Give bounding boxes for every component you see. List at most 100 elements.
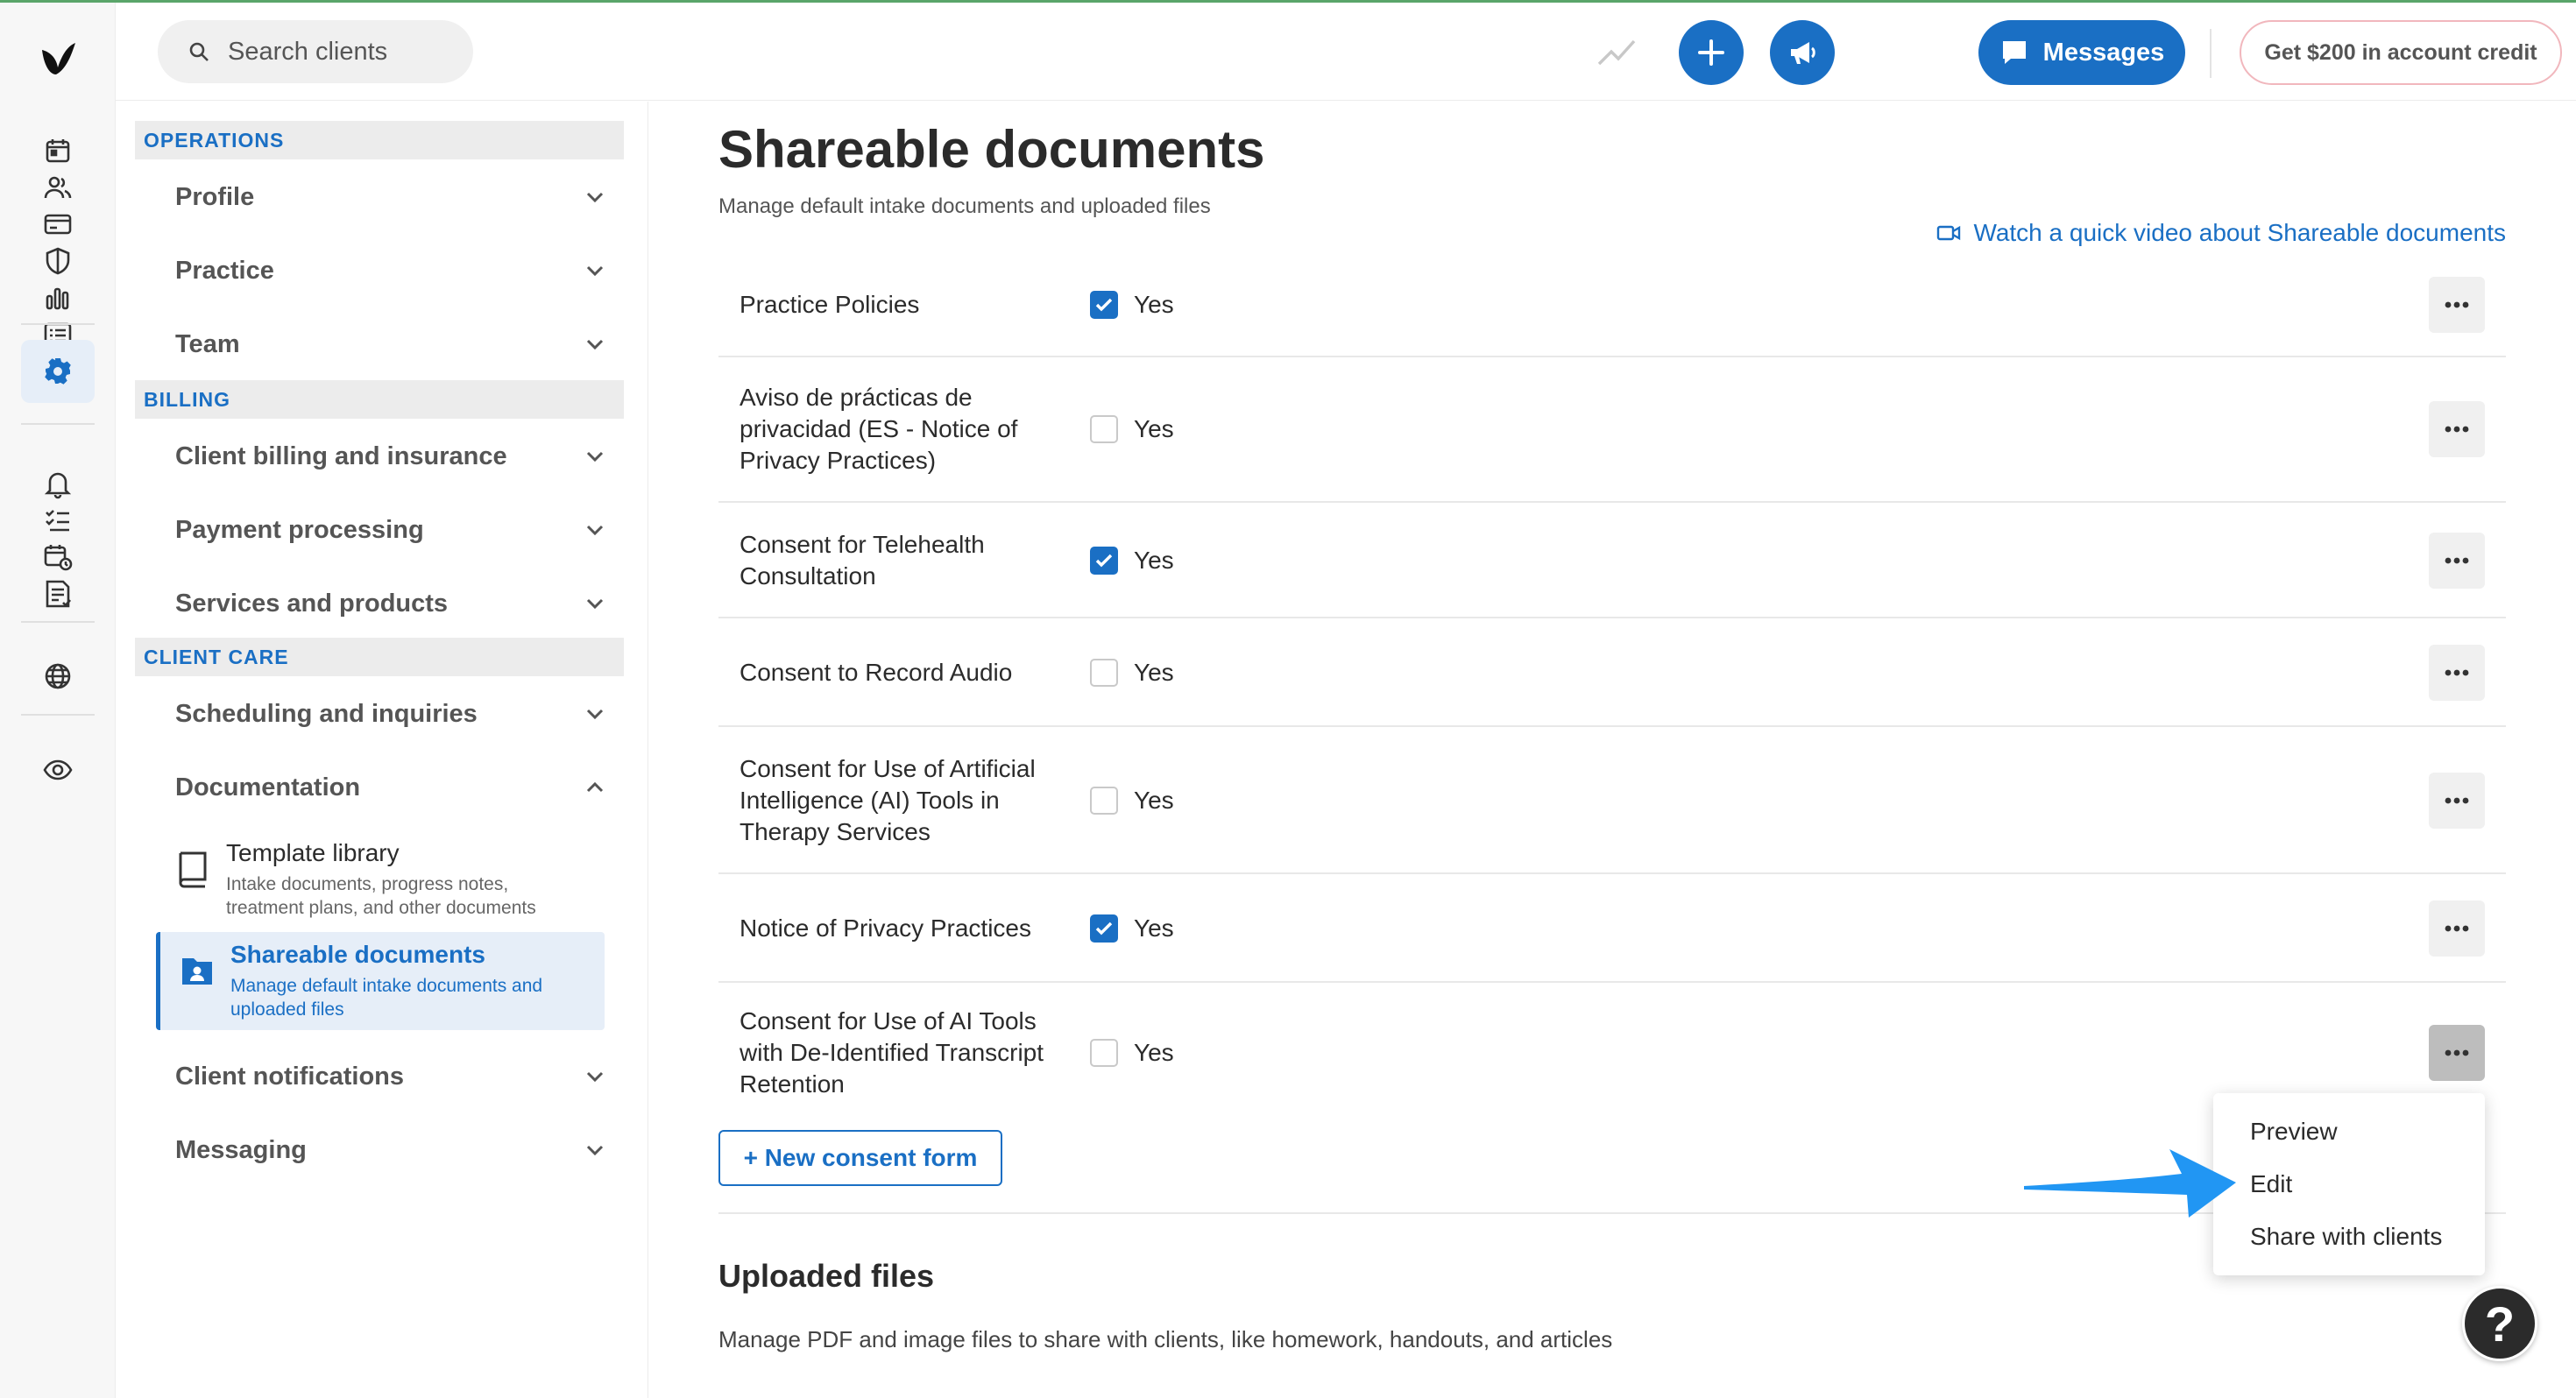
ellipsis-icon xyxy=(2445,797,2469,804)
nav-item-scheduling[interactable]: Scheduling and inquiries xyxy=(135,678,624,750)
rail-divider xyxy=(21,714,95,716)
table-row: Consent to Record Audio Yes xyxy=(718,618,2506,727)
more-options-button[interactable] xyxy=(2429,533,2485,589)
chevron-down-icon xyxy=(586,451,604,462)
notes-icon[interactable] xyxy=(37,573,79,615)
book-icon xyxy=(179,851,207,888)
table-row: Consent for Use of Artificial Intelligen… xyxy=(718,727,2506,874)
more-options-button[interactable] xyxy=(2429,773,2485,829)
rail-divider xyxy=(21,423,95,425)
sub-item-description: Manage default intake documents and uplo… xyxy=(230,976,543,1020)
default-checkbox[interactable] xyxy=(1090,659,1118,687)
sub-item-template-library[interactable]: Template library Intake documents, progr… xyxy=(156,830,605,928)
default-checkbox[interactable] xyxy=(1090,914,1118,943)
default-checkbox[interactable] xyxy=(1090,415,1118,443)
nav-item-profile[interactable]: Profile xyxy=(135,161,624,233)
bell-icon[interactable] xyxy=(37,462,79,505)
nav-item-messaging[interactable]: Messaging xyxy=(135,1114,624,1186)
more-options-button[interactable] xyxy=(2429,645,2485,701)
nav-item-payment-processing[interactable]: Payment processing xyxy=(135,494,624,566)
nav-item-client-notifications[interactable]: Client notifications xyxy=(135,1041,624,1112)
yes-label: Yes xyxy=(1134,659,1174,686)
nav-item-team[interactable]: Team xyxy=(135,308,624,380)
top-bar: Search clients Messages Get $200 in acco… xyxy=(116,3,2576,101)
nav-item-label: Practice xyxy=(175,256,274,285)
help-button[interactable]: ? xyxy=(2462,1286,2537,1361)
nav-item-documentation[interactable]: Documentation xyxy=(135,752,624,823)
ellipsis-icon xyxy=(2445,669,2469,676)
more-options-button[interactable] xyxy=(2429,277,2485,333)
more-options-button[interactable] xyxy=(2429,900,2485,957)
app-logo[interactable] xyxy=(37,38,79,80)
annotation-arrow xyxy=(2024,1149,2236,1218)
messages-button[interactable]: Messages xyxy=(1978,20,2185,85)
rail-divider xyxy=(21,621,95,623)
sub-item-title: Template library xyxy=(226,839,400,866)
toolbar-divider xyxy=(2210,29,2212,78)
uploaded-files-heading: Uploaded files xyxy=(718,1258,935,1294)
video-link[interactable]: Watch a quick video about Shareable docu… xyxy=(1936,219,2506,247)
document-name: Consent for Use of AI Tools with De-Iden… xyxy=(740,1007,1044,1098)
video-link-label: Watch a quick video about Shareable docu… xyxy=(1973,219,2506,246)
document-name: Aviso de prácticas de privacidad (ES - N… xyxy=(740,384,1018,474)
chevron-down-icon xyxy=(586,525,604,536)
insurance-icon[interactable] xyxy=(37,240,79,282)
account-credit-button[interactable]: Get $200 in account credit xyxy=(2240,20,2562,85)
menu-item-share-with-clients[interactable]: Share with clients xyxy=(2213,1211,2485,1263)
schedule-icon[interactable] xyxy=(37,536,79,578)
menu-item-preview[interactable]: Preview xyxy=(2213,1105,2485,1158)
page-subtitle: Manage default intake documents and uplo… xyxy=(718,194,1211,218)
ellipsis-icon xyxy=(2445,557,2469,564)
shared-folder-icon xyxy=(182,958,212,985)
checkmark-icon xyxy=(1095,921,1113,936)
nav-item-services-products[interactable]: Services and products xyxy=(135,568,624,639)
more-options-button[interactable] xyxy=(2429,401,2485,457)
yes-label: Yes xyxy=(1134,1039,1174,1066)
chevron-down-icon xyxy=(586,1145,604,1156)
eye-icon[interactable] xyxy=(37,749,79,791)
yes-label: Yes xyxy=(1134,291,1174,318)
chevron-down-icon xyxy=(586,709,604,720)
sub-item-shareable-documents[interactable]: Shareable documents Manage default intak… xyxy=(156,932,605,1030)
menu-item-edit[interactable]: Edit xyxy=(2213,1158,2485,1211)
announcements-button[interactable] xyxy=(1770,20,1835,85)
globe-icon[interactable] xyxy=(37,655,79,697)
document-name: Consent to Record Audio xyxy=(740,659,1013,686)
document-name: Consent for Use of Artificial Intelligen… xyxy=(740,755,1036,845)
default-checkbox[interactable] xyxy=(1090,787,1118,815)
search-placeholder: Search clients xyxy=(228,37,388,66)
billing-icon[interactable] xyxy=(37,203,79,245)
tasks-icon[interactable] xyxy=(37,499,79,541)
settings-icon[interactable] xyxy=(21,340,95,403)
add-button[interactable] xyxy=(1679,20,1744,85)
sub-item-title: Shareable documents xyxy=(230,941,485,968)
yes-label: Yes xyxy=(1134,787,1174,814)
nav-item-label: Client notifications xyxy=(175,1062,404,1091)
document-name: Practice Policies xyxy=(740,291,920,318)
icon-rail xyxy=(0,3,116,1398)
uploaded-files-description: Manage PDF and image files to share with… xyxy=(718,1326,1613,1352)
default-checkbox[interactable] xyxy=(1090,547,1118,575)
nav-item-client-billing[interactable]: Client billing and insurance xyxy=(135,420,624,492)
nav-item-label: Services and products xyxy=(175,589,449,618)
more-options-button[interactable] xyxy=(2429,1025,2485,1081)
nav-item-practice[interactable]: Practice xyxy=(135,235,624,307)
video-camera-icon xyxy=(1937,225,1961,241)
chevron-down-icon xyxy=(586,192,604,203)
section-billing: BILLING xyxy=(135,380,624,419)
document-name: Consent for Telehealth Consultation xyxy=(740,531,985,590)
ellipsis-icon xyxy=(2445,1049,2469,1056)
default-checkbox[interactable] xyxy=(1090,291,1118,319)
trend-icon[interactable] xyxy=(1596,34,1637,69)
default-checkbox[interactable] xyxy=(1090,1039,1118,1067)
section-operations: OPERATIONS xyxy=(135,121,624,159)
analytics-icon[interactable] xyxy=(37,277,79,319)
document-name: Notice of Privacy Practices xyxy=(740,914,1031,942)
clients-icon[interactable] xyxy=(37,166,79,208)
new-consent-form-button[interactable]: + New consent form xyxy=(718,1130,1002,1186)
calendar-icon[interactable] xyxy=(37,130,79,172)
ellipsis-icon xyxy=(2445,301,2469,308)
search-input[interactable]: Search clients xyxy=(158,20,473,83)
table-row: Aviso de prácticas de privacidad (ES - N… xyxy=(718,357,2506,503)
megaphone-icon xyxy=(1791,42,1815,64)
